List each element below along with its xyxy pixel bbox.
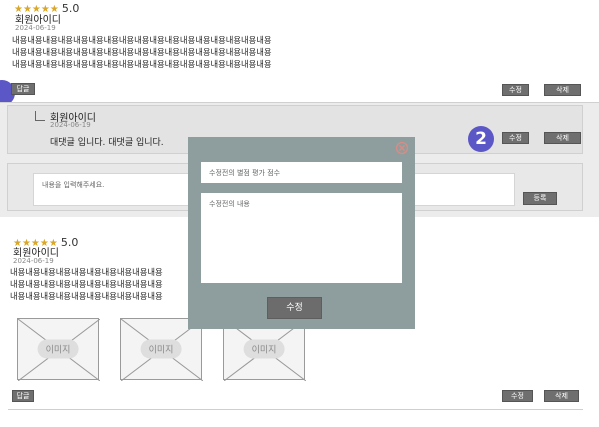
- delete-button[interactable]: 삭제: [544, 390, 579, 402]
- review-1-date: 2024-06-19: [15, 24, 56, 32]
- divider: [8, 409, 583, 410]
- review-1-content-line: 내용내용내용내용내용내용내용내용내용내용내용내용내용내용내용내용내용: [12, 35, 272, 45]
- reply-submit-button[interactable]: 등록: [523, 192, 557, 205]
- rating-field-value: 수정전의 별점 평가 점수: [209, 169, 281, 177]
- review-2-content-line: 내용내용내용내용내용내용내용내용내용내용: [10, 279, 163, 289]
- reply-text: 대댓글 입니다. 대댓글 입니다.: [50, 138, 164, 148]
- image-label: 이미지: [37, 339, 79, 359]
- review-1-content-line: 내용내용내용내용내용내용내용내용내용내용내용내용내용내용내용내용내용: [12, 47, 272, 57]
- reply-toggle-button[interactable]: 답글 (1): [11, 83, 35, 103]
- review-2-date: 2024-06-19: [13, 257, 54, 265]
- review-2-content-line: 내용내용내용내용내용내용내용내용내용내용: [10, 267, 163, 277]
- review-2-content-line: 내용내용내용내용내용내용내용내용내용내용: [10, 291, 163, 301]
- edit-button[interactable]: 수정: [502, 390, 533, 402]
- content-field-value: 수정전의 내용: [209, 200, 250, 208]
- close-circle-icon[interactable]: [395, 140, 409, 155]
- image-label: 이미지: [243, 339, 285, 359]
- reply-input-placeholder: 내용을 입력해주세요.: [42, 181, 105, 189]
- step-badge-2: 2: [468, 126, 494, 152]
- delete-button[interactable]: 삭제: [544, 84, 581, 96]
- image-label: 이미지: [140, 339, 182, 359]
- review-image[interactable]: 이미지: [17, 318, 100, 381]
- rating-value: 5.0: [60, 236, 79, 249]
- edit-button[interactable]: 수정: [502, 84, 529, 96]
- reply-button[interactable]: 답글: [12, 390, 34, 402]
- review-1-content-line: 내용내용내용내용내용내용내용내용내용내용내용내용내용내용내용내용내용: [12, 59, 272, 69]
- reply-edit-button[interactable]: 수정: [502, 132, 529, 144]
- rating-value: 5.0: [61, 2, 80, 15]
- reply-corner-icon: [35, 111, 45, 121]
- reply-date: 2024-06-19: [50, 121, 91, 129]
- content-field[interactable]: 수정전의 내용: [201, 193, 402, 283]
- modal-submit-button[interactable]: 수정: [267, 297, 322, 319]
- reply-delete-button[interactable]: 삭제: [544, 132, 581, 144]
- rating-field[interactable]: 수정전의 별점 평가 점수: [201, 162, 402, 183]
